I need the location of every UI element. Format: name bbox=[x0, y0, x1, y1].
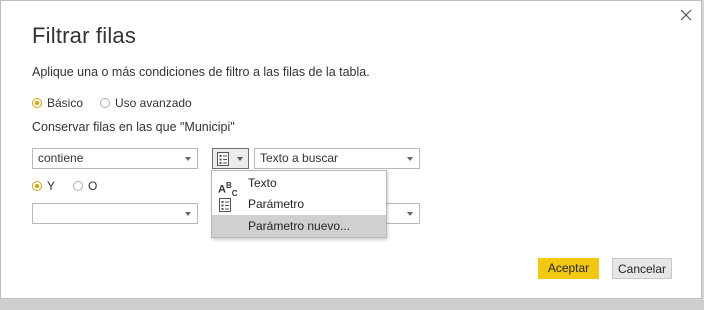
chevron-down-icon bbox=[407, 212, 413, 216]
mode-advanced-radio[interactable]: Uso avanzado bbox=[100, 96, 192, 110]
radio-unselected-icon bbox=[73, 181, 83, 191]
value-type-button[interactable] bbox=[212, 148, 249, 169]
parameter-icon bbox=[217, 152, 229, 171]
logic-or-radio[interactable]: O bbox=[73, 179, 97, 193]
dialog-title: Filtrar filas bbox=[32, 23, 137, 48]
mode-advanced-label: Uso avanzado bbox=[115, 96, 192, 110]
dialog-description: Aplique una o más condiciones de filtro … bbox=[32, 65, 370, 79]
menu-item-new-parameter[interactable]: Parámetro nuevo... bbox=[212, 215, 386, 237]
menu-item-label: Texto bbox=[248, 176, 277, 190]
value-type-menu: ABC Texto Parámetro Parámetro nuevo... bbox=[211, 170, 387, 238]
menu-item-text[interactable]: ABC Texto bbox=[212, 172, 386, 198]
radio-unselected-icon bbox=[100, 98, 110, 108]
mode-basic-label: Básico bbox=[47, 96, 84, 110]
operator-select-1-value: contiene bbox=[38, 151, 84, 165]
value-select-1-placeholder: Texto a buscar bbox=[260, 151, 339, 165]
chevron-down-icon bbox=[237, 157, 243, 161]
logic-or-label: O bbox=[88, 179, 98, 193]
logic-and-label: Y bbox=[47, 179, 56, 193]
radio-selected-icon bbox=[32, 181, 42, 191]
menu-item-label: Parámetro nuevo... bbox=[248, 219, 351, 233]
operator-select-2[interactable] bbox=[32, 203, 198, 224]
chevron-down-icon bbox=[185, 157, 191, 161]
keep-rows-label: Conservar filas en las que "Municipi" bbox=[32, 120, 235, 134]
accept-button[interactable]: Aceptar bbox=[538, 258, 599, 279]
cancel-button[interactable]: Cancelar bbox=[612, 258, 672, 279]
mode-basic-radio[interactable]: Básico bbox=[32, 96, 83, 110]
close-icon[interactable] bbox=[677, 6, 695, 24]
operator-select-1[interactable]: contiene bbox=[32, 148, 198, 169]
filter-rows-dialog: Filtrar filas Aplique una o más condicio… bbox=[0, 0, 702, 299]
radio-selected-icon bbox=[32, 98, 42, 108]
logic-and-radio[interactable]: Y bbox=[32, 179, 55, 193]
chevron-down-icon bbox=[185, 212, 191, 216]
menu-item-label: Parámetro bbox=[248, 197, 305, 211]
value-select-1[interactable]: Texto a buscar bbox=[254, 148, 420, 169]
background-window bbox=[0, 300, 704, 310]
chevron-down-icon bbox=[407, 157, 413, 161]
menu-item-parameter[interactable]: Parámetro bbox=[212, 193, 386, 215]
